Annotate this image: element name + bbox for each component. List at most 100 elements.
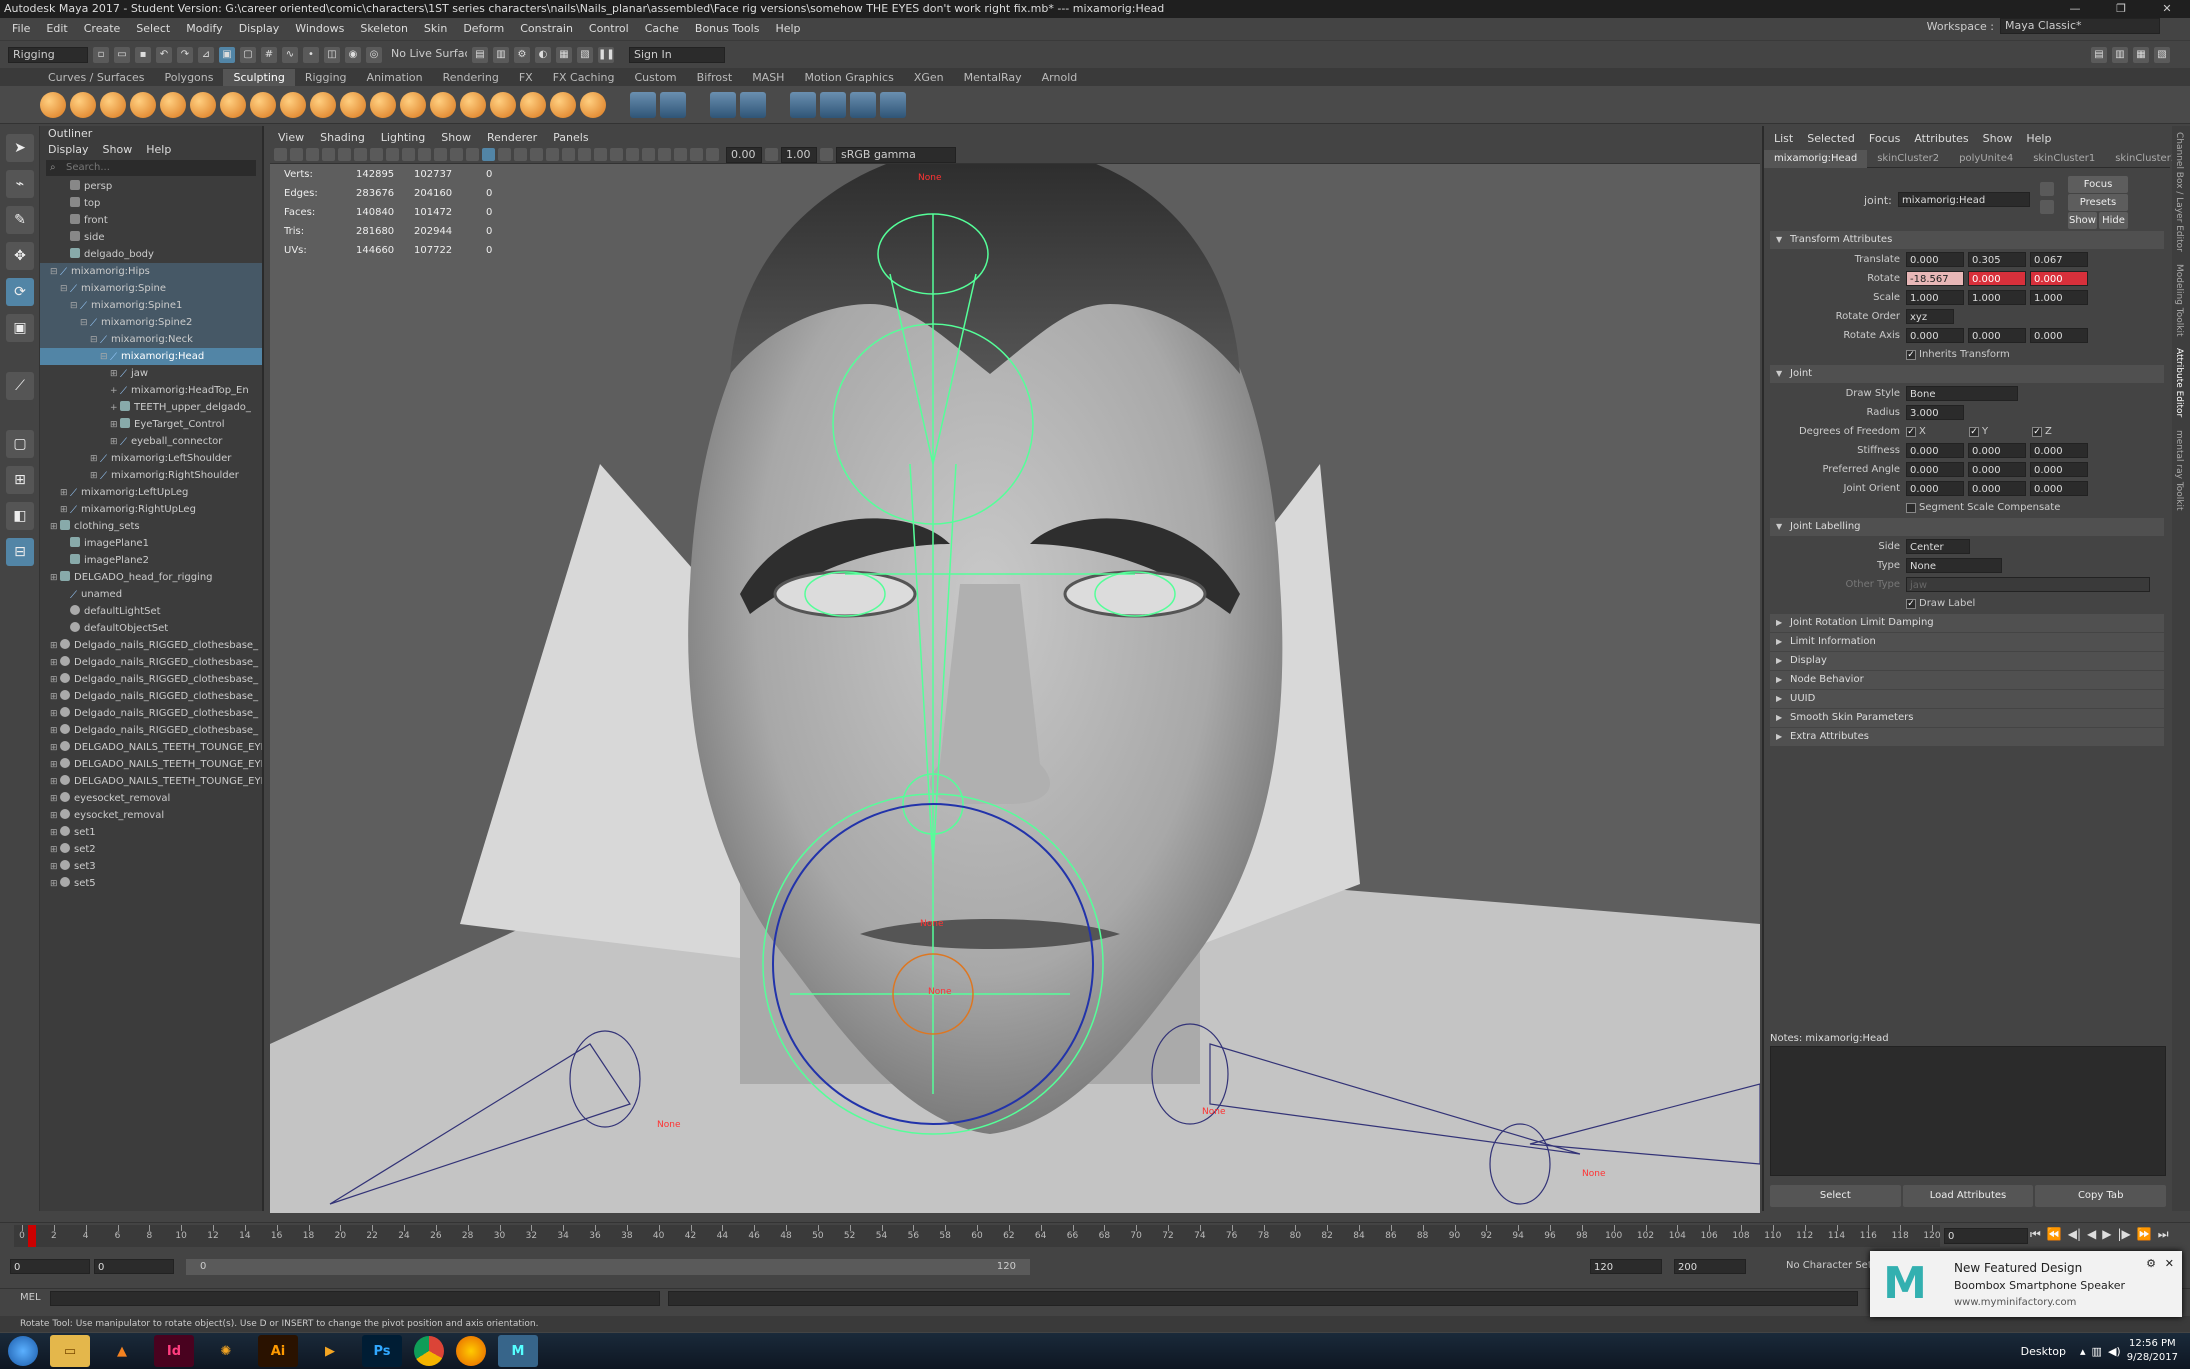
anti-aliasing-icon[interactable] <box>610 148 623 161</box>
safe-action-icon[interactable] <box>434 148 447 161</box>
depth-of-field-icon[interactable] <box>626 148 639 161</box>
expand-toggle-icon[interactable]: ⊞ <box>110 366 120 382</box>
expand-toggle-icon[interactable]: ⊟ <box>80 315 90 331</box>
mask-tool-icon[interactable] <box>580 91 606 118</box>
chrome-icon[interactable] <box>414 1336 444 1366</box>
texture-deformer-icon[interactable] <box>850 91 876 118</box>
redo-icon[interactable]: ↷ <box>177 46 193 63</box>
type-dropdown[interactable]: None <box>1906 558 2002 573</box>
viewport-menu-panels[interactable]: Panels <box>553 131 588 144</box>
menu-display[interactable]: Display <box>231 22 288 35</box>
smear-tool-icon[interactable] <box>460 91 486 118</box>
mel-language-toggle[interactable]: MEL <box>20 1292 41 1303</box>
expand-toggle-icon[interactable]: ⊞ <box>90 451 100 467</box>
open-scene-icon[interactable]: ▭ <box>114 46 130 63</box>
ae-tab-skincluster1[interactable]: skinCluster1 <box>2023 150 2105 168</box>
rotate-axis-z-field[interactable]: 0.000 <box>2030 328 2088 343</box>
foamy-tool-icon[interactable] <box>220 91 246 118</box>
outliner-item[interactable]: ⊞ DELGADO_NAILS_TEETH_TOUNGE_EYE <box>40 756 262 773</box>
2d-pan-icon[interactable] <box>322 148 335 161</box>
textured-icon[interactable] <box>530 148 543 161</box>
sculpt-geometry-icon[interactable] <box>790 91 816 118</box>
outliner-menu-display[interactable]: Display <box>48 142 89 158</box>
rotate-axis-x-field[interactable]: 0.000 <box>1906 328 1964 343</box>
outliner-item[interactable]: ⊞ ⟋ mixamorig:RightShoulder <box>40 467 262 484</box>
expand-toggle-icon[interactable]: ⊞ <box>50 774 60 790</box>
outliner-item[interactable]: ⊞ ⟋ jaw <box>40 365 262 382</box>
play-forward-icon[interactable]: ▶ <box>2102 1227 2111 1242</box>
amplify-tool-icon[interactable] <box>520 91 546 118</box>
outliner-item[interactable]: ⊞ ⟋ mixamorig:RightUpLeg <box>40 501 262 518</box>
outliner-item[interactable]: delgado_body <box>40 246 262 263</box>
shelf-tab-polygons[interactable]: Polygons <box>155 69 224 86</box>
outliner-item[interactable]: ⊟ ⟋ mixamorig:Head <box>40 348 262 365</box>
illustrator-icon[interactable]: Ai <box>258 1335 298 1367</box>
expand-toggle-icon[interactable]: ⊞ <box>50 876 60 892</box>
sculpt-tool-icon[interactable] <box>40 91 66 118</box>
toast-notification[interactable]: M New Featured Design Boombox Smartphone… <box>1870 1251 2182 1317</box>
outliner-item[interactable]: imagePlane1 <box>40 535 262 552</box>
shelf-tab-mentalray[interactable]: MentalRay <box>954 69 1032 86</box>
outliner-item[interactable]: ⊞ DELGADO_NAILS_TEETH_TOUNGE_EYE <box>40 773 262 790</box>
outliner-menu-help[interactable]: Help <box>146 142 171 158</box>
outliner-item[interactable]: ⊞ Delgado_nails_RIGGED_clothesbase_ <box>40 722 262 739</box>
step-forward-frame-icon[interactable]: |▶ <box>2118 1227 2131 1242</box>
collapsed-section[interactable]: ▶ Limit Information <box>1770 633 2164 651</box>
four-view-layout-icon[interactable]: ⊞ <box>6 466 34 494</box>
spray-tool-icon[interactable] <box>250 91 276 118</box>
scrape-tool-icon[interactable] <box>370 91 396 118</box>
xray-joints-icon[interactable] <box>674 148 687 161</box>
stiffness-y-field[interactable]: 0.000 <box>1968 443 2026 458</box>
pose-space-icon[interactable] <box>740 91 766 118</box>
go-to-end-icon[interactable]: ⏭ <box>2158 1227 2169 1242</box>
persp-graph-layout-icon[interactable]: ⊟ <box>6 538 34 566</box>
expand-toggle-icon[interactable]: + <box>110 383 120 399</box>
layout-toggle-icon[interactable]: ▧ <box>2154 46 2170 63</box>
translate-x-field[interactable]: 0.000 <box>1906 252 1964 267</box>
new-scene-icon[interactable]: ▫ <box>93 46 109 63</box>
grid-icon[interactable] <box>354 148 367 161</box>
render-icon[interactable]: ▤ <box>472 46 488 63</box>
snap-curve-icon[interactable]: ∿ <box>282 46 298 63</box>
side-tab-attribute-editor[interactable]: Attribute Editor <box>2172 342 2186 423</box>
shelf-tab-motion-graphics[interactable]: Motion Graphics <box>794 69 903 86</box>
undo-icon[interactable]: ↶ <box>156 46 172 63</box>
ipr-render-icon[interactable]: ▥ <box>493 46 509 63</box>
film-gate-icon[interactable] <box>370 148 383 161</box>
outliner-item[interactable]: ⊟ ⟋ mixamorig:Spine <box>40 280 262 297</box>
expand-toggle-icon[interactable]: ⊞ <box>50 706 60 722</box>
menu-select[interactable]: Select <box>128 22 178 35</box>
shelf-tab-curves[interactable]: Curves / Surfaces <box>38 69 155 86</box>
sign-in-button[interactable]: Sign In <box>629 46 725 63</box>
tool-settings-toggle-icon[interactable]: ▦ <box>2133 46 2149 63</box>
ae-menu-attributes[interactable]: Attributes <box>1914 132 1968 145</box>
freeze-tool-icon[interactable] <box>550 91 576 118</box>
expand-toggle-icon[interactable]: ⊟ <box>100 349 110 365</box>
rotate-order-dropdown[interactable]: xyz <box>1906 309 1954 324</box>
scale-y-field[interactable]: 1.000 <box>1968 290 2026 305</box>
gate-mask-icon[interactable] <box>402 148 415 161</box>
shelf-tab-mash[interactable]: MASH <box>742 69 794 86</box>
flatten-tool-icon[interactable] <box>190 91 216 118</box>
snap-grid-icon[interactable]: # <box>261 46 277 63</box>
go-to-start-icon[interactable]: ⏮ <box>2030 1227 2041 1242</box>
volume-icon[interactable]: ◀) <box>2108 1345 2121 1358</box>
expand-toggle-icon[interactable]: ⊞ <box>50 723 60 739</box>
safe-title-icon[interactable] <box>450 148 463 161</box>
translate-z-field[interactable]: 0.067 <box>2030 252 2088 267</box>
firefox-icon[interactable] <box>456 1336 486 1366</box>
outliner-item[interactable]: ⊞ Delgado_nails_RIGGED_clothesbase_ <box>40 637 262 654</box>
viewport-menu-show[interactable]: Show <box>441 131 471 144</box>
ae-menu-focus[interactable]: Focus <box>1869 132 1900 145</box>
snap-surface-icon[interactable]: ◉ <box>345 46 361 63</box>
menu-windows[interactable]: Windows <box>287 22 352 35</box>
preferred-y-field[interactable]: 0.000 <box>1968 462 2026 477</box>
photoshop-icon[interactable]: Ps <box>362 1335 402 1367</box>
last-tool-icon[interactable]: ⟋ <box>6 372 34 400</box>
expand-toggle-icon[interactable]: ⊟ <box>90 332 100 348</box>
viewport-menu-shading[interactable]: Shading <box>320 131 365 144</box>
expand-toggle-icon[interactable]: ⊟ <box>60 281 70 297</box>
outliner-item[interactable]: + ⟋ mixamorig:HeadTop_En <box>40 382 262 399</box>
outliner-item[interactable]: ⟋ unamed <box>40 586 262 603</box>
menuset-dropdown[interactable]: Rigging <box>8 46 88 63</box>
